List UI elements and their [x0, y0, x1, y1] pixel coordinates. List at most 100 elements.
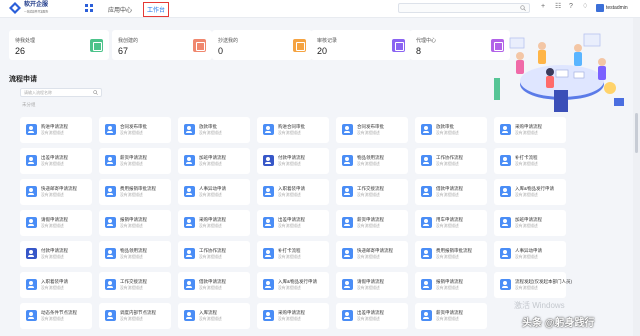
stat-card-todo[interactable]: 待我处理 26: [9, 30, 109, 60]
flow-card[interactable]: 流程发起(仅发起本部门人员) 没有流程描述: [494, 272, 572, 298]
flow-desc: 没有流程描述: [436, 193, 459, 197]
flow-card[interactable]: 借款申请流程 没有流程描述: [415, 179, 487, 205]
flow-card[interactable]: 工作交接流程 没有流程描述: [336, 179, 408, 205]
flow-desc: 没有流程描述: [199, 255, 222, 259]
flow-name: 采购申请流程: [199, 217, 226, 222]
card-icon: [26, 248, 37, 259]
flow-search-input[interactable]: 请输入流程名称: [20, 88, 102, 97]
flow-card[interactable]: 购进申请流程 没有流程描述: [20, 117, 92, 143]
flow-card[interactable]: 快递邮寄申请流程 没有流程描述: [336, 241, 408, 267]
flow-card[interactable]: 采购申请流程 没有流程描述: [178, 210, 250, 236]
avatar[interactable]: [596, 4, 604, 12]
user-icon: [26, 155, 37, 166]
flow-card[interactable]: 用车申请流程 没有流程描述: [415, 210, 487, 236]
scrollbar-thumb[interactable]: [635, 113, 638, 153]
check-icon: [392, 39, 405, 52]
flow-name: 人事异动申请: [515, 248, 542, 253]
user-icon: [421, 217, 432, 228]
grid-menu-icon[interactable]: ☷: [555, 3, 561, 11]
stat-card-cc[interactable]: 抄送我的 0: [212, 30, 312, 60]
flow-name: 报销申请流程: [120, 217, 147, 222]
user-icon: [263, 248, 274, 259]
user-icon: [342, 186, 353, 197]
tab-app-center[interactable]: 应用中心: [108, 5, 132, 14]
top-bar: 软开企服 一站式软件开发服务 应用中心 工作台 + ☷ ? ♢ testadmi…: [0, 0, 640, 18]
flow-name: 出差申请流程: [278, 217, 305, 222]
flow-card[interactable]: 请假申请流程 没有流程描述: [20, 210, 92, 236]
flow-card[interactable]: 入库流程 没有流程描述: [178, 303, 250, 329]
flow-card[interactable]: 入库&物品发行申请 没有流程描述: [257, 272, 329, 298]
flow-card[interactable]: 出差申请流程 没有流程描述: [20, 148, 92, 174]
bell-icon[interactable]: ♢: [582, 3, 588, 11]
vertical-scrollbar[interactable]: [633, 18, 640, 336]
flow-card[interactable]: 购进合同审批 没有流程描述: [257, 117, 329, 143]
flow-card[interactable]: 工作交接流程 没有流程描述: [99, 272, 171, 298]
tab-workbench[interactable]: 工作台: [143, 2, 170, 17]
flow-card[interactable]: 出差申请流程 没有流程描述: [257, 210, 329, 236]
flow-card[interactable]: 补打卡流程 没有流程描述: [494, 148, 566, 174]
flow-desc: 没有流程描述: [278, 286, 301, 290]
flow-desc: 没有流程描述: [357, 193, 380, 197]
user-icon: [26, 279, 37, 290]
plus-icon[interactable]: +: [541, 3, 545, 11]
section-title: 流程申请: [9, 76, 37, 83]
flow-desc: 没有流程描述: [436, 162, 459, 166]
flow-desc: 没有流程描述: [278, 162, 301, 166]
user-icon: [105, 124, 116, 135]
team-meeting-illustration: [494, 33, 624, 112]
flow-card[interactable]: 薪资申请流程 没有流程描述: [336, 210, 408, 236]
flow-card[interactable]: 调度内部节点流程 没有流程描述: [99, 303, 171, 329]
flow-card[interactable]: 人事异动申请 没有流程描述: [178, 179, 250, 205]
flow-card[interactable]: 放款审批 没有流程描述: [415, 117, 487, 143]
flow-card[interactable]: 加班申请流程 没有流程描述: [494, 210, 566, 236]
top-search-input[interactable]: [398, 3, 530, 13]
flow-card[interactable]: 费用报销审批流程 没有流程描述: [99, 179, 171, 205]
flow-desc: 没有流程描述: [199, 131, 222, 135]
flow-card[interactable]: 合同发布审批 没有流程描述: [336, 117, 408, 143]
flow-card[interactable]: 工作协作流程 没有流程描述: [415, 148, 487, 174]
flow-name: 补打卡流程: [278, 248, 301, 253]
flow-desc: 没有流程描述: [199, 286, 222, 290]
flow-card[interactable]: 入职着装申请 没有流程描述: [20, 272, 92, 298]
flow-card[interactable]: 物品领用流程 没有流程描述: [99, 241, 171, 267]
flow-card[interactable]: 物品领用流程 没有流程描述: [336, 148, 408, 174]
doc-icon: [90, 39, 103, 52]
flow-desc: 没有流程描述: [515, 286, 538, 290]
flow-desc: 没有流程描述: [357, 286, 380, 290]
flow-card[interactable]: 采购申请流程 没有流程描述: [494, 117, 566, 143]
flow-card[interactable]: 报销申请流程 没有流程描述: [99, 210, 171, 236]
flow-card[interactable]: 报销申请流程 没有流程描述: [415, 272, 487, 298]
flow-card[interactable]: 出差申请流程 没有流程描述: [336, 303, 408, 329]
flow-name: 合同发布审批: [120, 124, 147, 129]
flow-card[interactable]: 请假申请流程 没有流程描述: [336, 272, 408, 298]
apps-grid-icon[interactable]: [85, 4, 93, 12]
flow-card[interactable]: 放款审批 没有流程描述: [178, 117, 250, 143]
flow-card[interactable]: 付款申请流程 没有流程描述: [257, 148, 329, 174]
flow-card[interactable]: 人事异动申请 没有流程描述: [494, 241, 566, 267]
stat-label: 审核记录: [317, 38, 338, 44]
stat-card-created[interactable]: 我创建的 67: [112, 30, 212, 60]
flow-card[interactable]: 入库&物品发行申请 没有流程描述: [494, 179, 566, 205]
flow-card[interactable]: 工作协作流程 没有流程描述: [178, 241, 250, 267]
flow-card[interactable]: 动态条件节点流程 没有流程描述: [20, 303, 92, 329]
flow-card[interactable]: 补打卡流程 没有流程描述: [257, 241, 329, 267]
flow-card[interactable]: 费用报销审批流程 没有流程描述: [415, 241, 487, 267]
user-icon: [184, 155, 195, 166]
username[interactable]: testadmin: [606, 5, 628, 11]
flow-card[interactable]: 薪资申请流程 没有流程描述: [415, 303, 487, 329]
flow-desc: 没有流程描述: [515, 162, 538, 166]
stat-card-review[interactable]: 审核记录 20: [311, 30, 411, 60]
question-icon[interactable]: ?: [569, 3, 573, 11]
flow-card[interactable]: 薪资申请流程 没有流程描述: [99, 148, 171, 174]
flow-card[interactable]: 加班申请流程 没有流程描述: [178, 148, 250, 174]
flow-name: 请假申请流程: [41, 217, 68, 222]
flow-card[interactable]: 借款申请流程 没有流程描述: [178, 272, 250, 298]
flow-name: 费用报销审批流程: [120, 186, 156, 191]
flow-card[interactable]: 采购申请流程 没有流程描述: [257, 303, 329, 329]
brand-name: 软开企服: [24, 2, 49, 8]
flow-card[interactable]: 合同发布审批 没有流程描述: [99, 117, 171, 143]
flow-card[interactable]: 快递邮寄申请流程 没有流程描述: [20, 179, 92, 205]
flow-name: 物品领用流程: [357, 155, 384, 160]
flow-card[interactable]: 入职着装申请 没有流程描述: [257, 179, 329, 205]
flow-card[interactable]: 付款申请流程 没有流程描述: [20, 241, 92, 267]
